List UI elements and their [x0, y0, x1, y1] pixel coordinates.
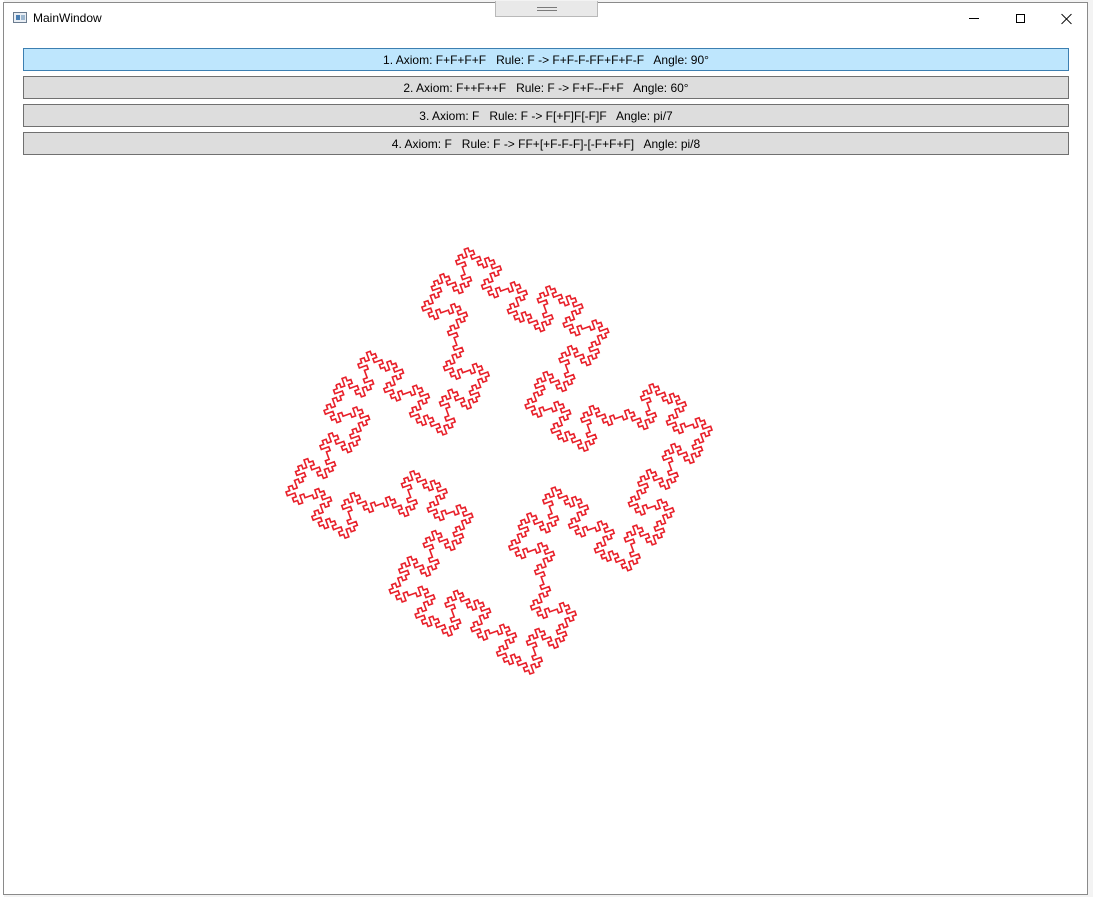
- lsystem-button-1[interactable]: 1. Axiom: F+F+F+F Rule: F -> F+F-F-FF+F+…: [23, 48, 1069, 71]
- minimize-icon: [969, 17, 979, 19]
- maximize-icon: [1015, 13, 1025, 23]
- fractal-canvas: [284, 246, 714, 676]
- main-window: MainWindow 1. Axiom: F+F+F+F Rule: F -> …: [3, 1, 1089, 895]
- close-button[interactable]: [1043, 3, 1089, 33]
- maximize-button[interactable]: [997, 3, 1043, 33]
- lsystem-button-2[interactable]: 2. Axiom: F++F++F Rule: F -> F+F--F+F An…: [23, 76, 1069, 99]
- title-bar[interactable]: MainWindow: [4, 1, 1089, 33]
- app-window-icon: [13, 12, 27, 23]
- minimize-button[interactable]: [951, 3, 997, 33]
- resize-grip-handle[interactable]: [495, 1, 598, 17]
- lsystem-button-4[interactable]: 4. Axiom: F Rule: F -> FF+[+F-F-F]-[-F+F…: [23, 132, 1069, 155]
- fractal-curve: [284, 246, 714, 676]
- close-icon: [1061, 13, 1072, 24]
- window-title: MainWindow: [33, 11, 102, 25]
- lsystem-button-3[interactable]: 3. Axiom: F Rule: F -> F[+F]F[-F]F Angle…: [23, 104, 1069, 127]
